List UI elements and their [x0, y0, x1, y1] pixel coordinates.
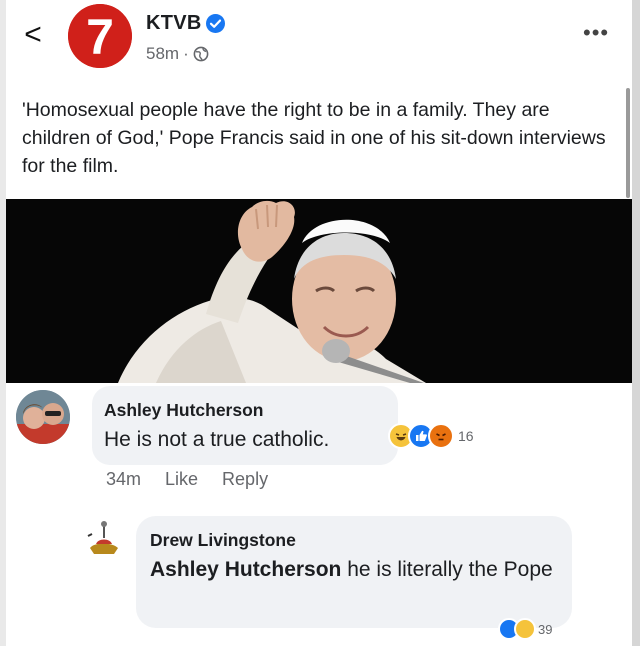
comment-actions: 34m Like Reply — [106, 469, 268, 490]
chevron-left-icon: < — [24, 18, 42, 51]
back-button[interactable]: < — [22, 20, 44, 50]
pope-photo-illustration — [6, 199, 632, 383]
post-time[interactable]: 58m — [146, 44, 179, 64]
more-options-button[interactable]: ••• — [583, 22, 609, 44]
haha-reaction-icon — [514, 618, 536, 640]
post-text: 'Homosexual people have the right to be … — [22, 99, 606, 177]
screen-frame-right — [632, 0, 640, 646]
commenter-avatar[interactable] — [16, 390, 70, 444]
more-icon: ••• — [583, 20, 610, 45]
page-name[interactable]: KTVB — [146, 12, 202, 35]
reply-body: he is literally the Pope — [341, 558, 553, 581]
comment-author[interactable]: Ashley Hutcherson — [104, 400, 263, 421]
reply-reactions[interactable]: 39 — [498, 618, 552, 640]
meta-separator: · — [183, 44, 189, 63]
replier-avatar[interactable] — [84, 518, 124, 558]
post-meta: 58m · — [146, 44, 209, 64]
logo-number: 7 — [86, 9, 114, 65]
reply-button[interactable]: Reply — [222, 469, 268, 490]
post-photo[interactable] — [6, 199, 632, 383]
like-button[interactable]: Like — [165, 469, 198, 490]
reply-reaction-count: 39 — [538, 621, 553, 637]
page-avatar-logo[interactable]: 7 — [68, 4, 132, 68]
comment-bubble[interactable]: Ashley Hutcherson He is not a true catho… — [92, 386, 398, 465]
scrollbar[interactable] — [626, 88, 630, 198]
comment-text: He is not a true catholic. — [104, 428, 330, 451]
angry-reaction-icon — [428, 423, 454, 449]
reaction-count: 16 — [458, 428, 474, 444]
reply-author[interactable]: Drew Livingstone — [150, 530, 296, 551]
verified-badge-icon — [206, 14, 225, 33]
reply-mention[interactable]: Ashley Hutcherson — [150, 558, 341, 581]
comment-time: 34m — [106, 469, 142, 489]
comment-reactions[interactable]: 16 — [388, 423, 474, 449]
reply-text: Ashley Hutcherson he is literally the Po… — [150, 554, 570, 586]
globe-icon — [193, 46, 209, 62]
